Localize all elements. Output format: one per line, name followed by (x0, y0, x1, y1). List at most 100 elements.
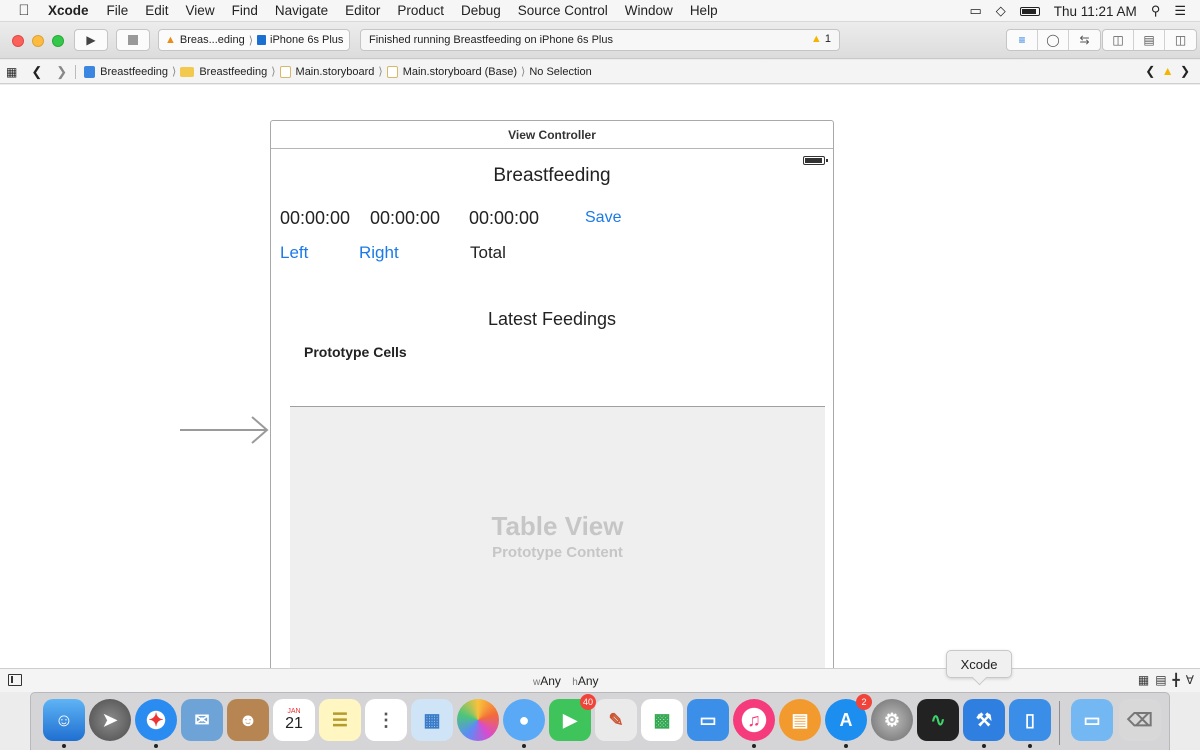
total-timer-label[interactable]: 00:00:00 (469, 208, 539, 229)
storyboard-file-icon (279, 65, 291, 78)
ibooks-icon[interactable]: ▤ (779, 699, 821, 741)
initial-view-controller-arrow-icon[interactable] (178, 415, 270, 445)
right-button[interactable]: Right (359, 243, 399, 263)
contacts-icon[interactable]: ☻ (227, 699, 269, 741)
system-preferences-icon[interactable]: ⚙ (871, 699, 913, 741)
menu-help[interactable]: Help (690, 3, 718, 18)
assistant-editor-icon[interactable]: ◯ (1038, 30, 1069, 50)
safari-icon[interactable]: ✦ (135, 699, 177, 741)
minimize-window-button[interactable] (32, 35, 44, 47)
reminders-icon[interactable]: ⋮ (365, 699, 407, 741)
crumb-project[interactable]: Breastfeeding (84, 65, 168, 78)
pages-icon[interactable]: ✎ (595, 699, 637, 741)
facetime-icon[interactable]: ▶ 40 (549, 694, 596, 741)
menu-edit[interactable]: Edit (145, 3, 168, 18)
menu-window[interactable]: Window (625, 3, 673, 18)
window-toolbar: ▶ ▲ Breas...eding ⟩ iPhone 6s Plus Finis… (0, 23, 1200, 59)
save-button[interactable]: Save (585, 209, 621, 227)
trash-icon[interactable]: ⌫ (1119, 699, 1161, 741)
run-button[interactable]: ▶ (74, 29, 108, 51)
crumb-storyboard-base[interactable]: Main.storyboard (Base) (386, 65, 517, 78)
standard-editor-icon[interactable]: ≡ (1007, 30, 1038, 50)
navigator-toggle-icon[interactable]: ◫ (1103, 30, 1134, 50)
related-items-icon[interactable]: ▦ (6, 65, 17, 79)
table-view[interactable]: Table View Prototype Content (290, 406, 825, 668)
right-timer-label[interactable]: 00:00:00 (370, 208, 440, 229)
warning-indicator[interactable]: ▲ 1 (811, 33, 831, 45)
launchpad-icon[interactable]: ➤ (89, 699, 131, 741)
editor-mode-control: ≡ ◯ ⇆ (1006, 29, 1101, 51)
size-class-control[interactable]: wAny hAny (533, 674, 599, 688)
align-icon[interactable]: ▤ (1155, 673, 1166, 687)
close-window-button[interactable] (12, 35, 24, 47)
scene-title[interactable]: View Controller (271, 121, 833, 149)
messages-icon[interactable]: ● (503, 699, 545, 741)
menu-view[interactable]: View (186, 3, 215, 18)
app-store-icon[interactable]: A 2 (825, 694, 872, 741)
latest-feedings-label[interactable]: Latest Feedings (271, 309, 833, 330)
battery-icon[interactable] (1019, 6, 1040, 16)
version-editor-icon[interactable]: ⇆ (1069, 30, 1100, 50)
activity-viewer: Finished running Breastfeeding on iPhone… (360, 29, 840, 51)
notification-center-icon[interactable]: ☰ (1174, 3, 1186, 19)
resolve-issues-icon[interactable]: ∀ (1186, 673, 1194, 687)
activity-monitor-icon[interactable]: ∿ (917, 699, 959, 741)
photos-icon[interactable] (457, 699, 499, 741)
menu-app-name[interactable]: Xcode (48, 3, 89, 18)
crumb-folder[interactable]: Breastfeeding (180, 66, 267, 78)
downloads-folder-icon[interactable]: ▭ (1071, 699, 1113, 741)
previous-issue-icon[interactable]: ❮ (1145, 64, 1155, 78)
back-icon[interactable]: ❮ (31, 64, 42, 80)
chevron-right-icon: ⟩ (248, 34, 254, 47)
menu-find[interactable]: Find (232, 3, 258, 18)
crumb-selection[interactable]: No Selection (529, 66, 591, 78)
xcode-icon[interactable]: ⚒ (963, 699, 1005, 741)
itunes-icon[interactable]: ♫ (733, 699, 775, 741)
pin-icon[interactable]: ╋ (1173, 673, 1180, 687)
menu-debug[interactable]: Debug (461, 3, 501, 18)
stack-icon[interactable]: ▦ (1138, 673, 1149, 687)
simulator-icon[interactable]: ▯ (1009, 699, 1051, 741)
activity-status: Finished running Breastfeeding on iPhone… (369, 34, 613, 46)
mail-icon[interactable]: ✉ (181, 699, 223, 741)
warning-icon[interactable]: ▲ (1162, 64, 1174, 78)
document-outline-toggle-icon[interactable] (8, 674, 22, 686)
dock-divider (1059, 701, 1060, 745)
storyboard-canvas[interactable]: View Controller Breastfeeding 00:00:00 0… (0, 85, 1200, 668)
numbers-icon[interactable]: ▩ (641, 699, 683, 741)
forward-icon[interactable]: ❯ (56, 64, 67, 80)
notes-icon[interactable]: ☰ (319, 699, 361, 741)
left-timer-label[interactable]: 00:00:00 (280, 208, 350, 229)
clock[interactable]: Thu 11:21 AM (1054, 4, 1137, 19)
app-target-icon: ▲ (165, 34, 176, 46)
menu-source-control[interactable]: Source Control (518, 3, 608, 18)
menu-navigate[interactable]: Navigate (275, 3, 328, 18)
scheme-selector[interactable]: ▲ Breas...eding ⟩ iPhone 6s Plus (158, 29, 350, 51)
finder-icon[interactable]: ☺ (43, 699, 85, 741)
calendar-icon[interactable]: JAN 21 (273, 699, 315, 741)
running-indicator (62, 744, 66, 748)
status-area: ▭ ◇ Thu 11:21 AM ⚲ ☰ (969, 0, 1200, 22)
next-issue-icon[interactable]: ❯ (1180, 64, 1190, 78)
left-button[interactable]: Left (280, 243, 308, 263)
keynote-icon[interactable]: ▭ (687, 699, 729, 741)
spotlight-search-icon[interactable]: ⚲ (1151, 3, 1161, 19)
nav-title-label[interactable]: Breastfeeding (271, 165, 833, 187)
wifi-icon[interactable]: ◇ (996, 3, 1006, 19)
menu-file[interactable]: File (107, 3, 129, 18)
view-controller-scene[interactable]: View Controller Breastfeeding 00:00:00 0… (270, 120, 834, 668)
apple-menu-icon[interactable]:  (0, 2, 48, 19)
crumb-storyboard[interactable]: Main.storyboard (279, 65, 374, 78)
menu-editor[interactable]: Editor (345, 3, 380, 18)
airplay-icon[interactable]: ▭ (969, 3, 981, 19)
zoom-window-button[interactable] (52, 35, 64, 47)
debug-area-toggle-icon[interactable]: ▤ (1134, 30, 1165, 50)
total-label[interactable]: Total (470, 243, 506, 263)
utilities-toggle-icon[interactable]: ◫ (1165, 30, 1196, 50)
play-icon: ▶ (86, 33, 96, 47)
dock: ☺ ➤ ✦ ✉ ☻ JAN 21 ☰ ⋮ ▦ ● ▶ 40 ✎ ▩ ▭ ♫ ▤ … (30, 692, 1170, 750)
calendar-month: JAN (287, 707, 301, 715)
stop-button[interactable] (116, 29, 150, 51)
menu-product[interactable]: Product (397, 3, 444, 18)
preview-icon[interactable]: ▦ (411, 699, 453, 741)
